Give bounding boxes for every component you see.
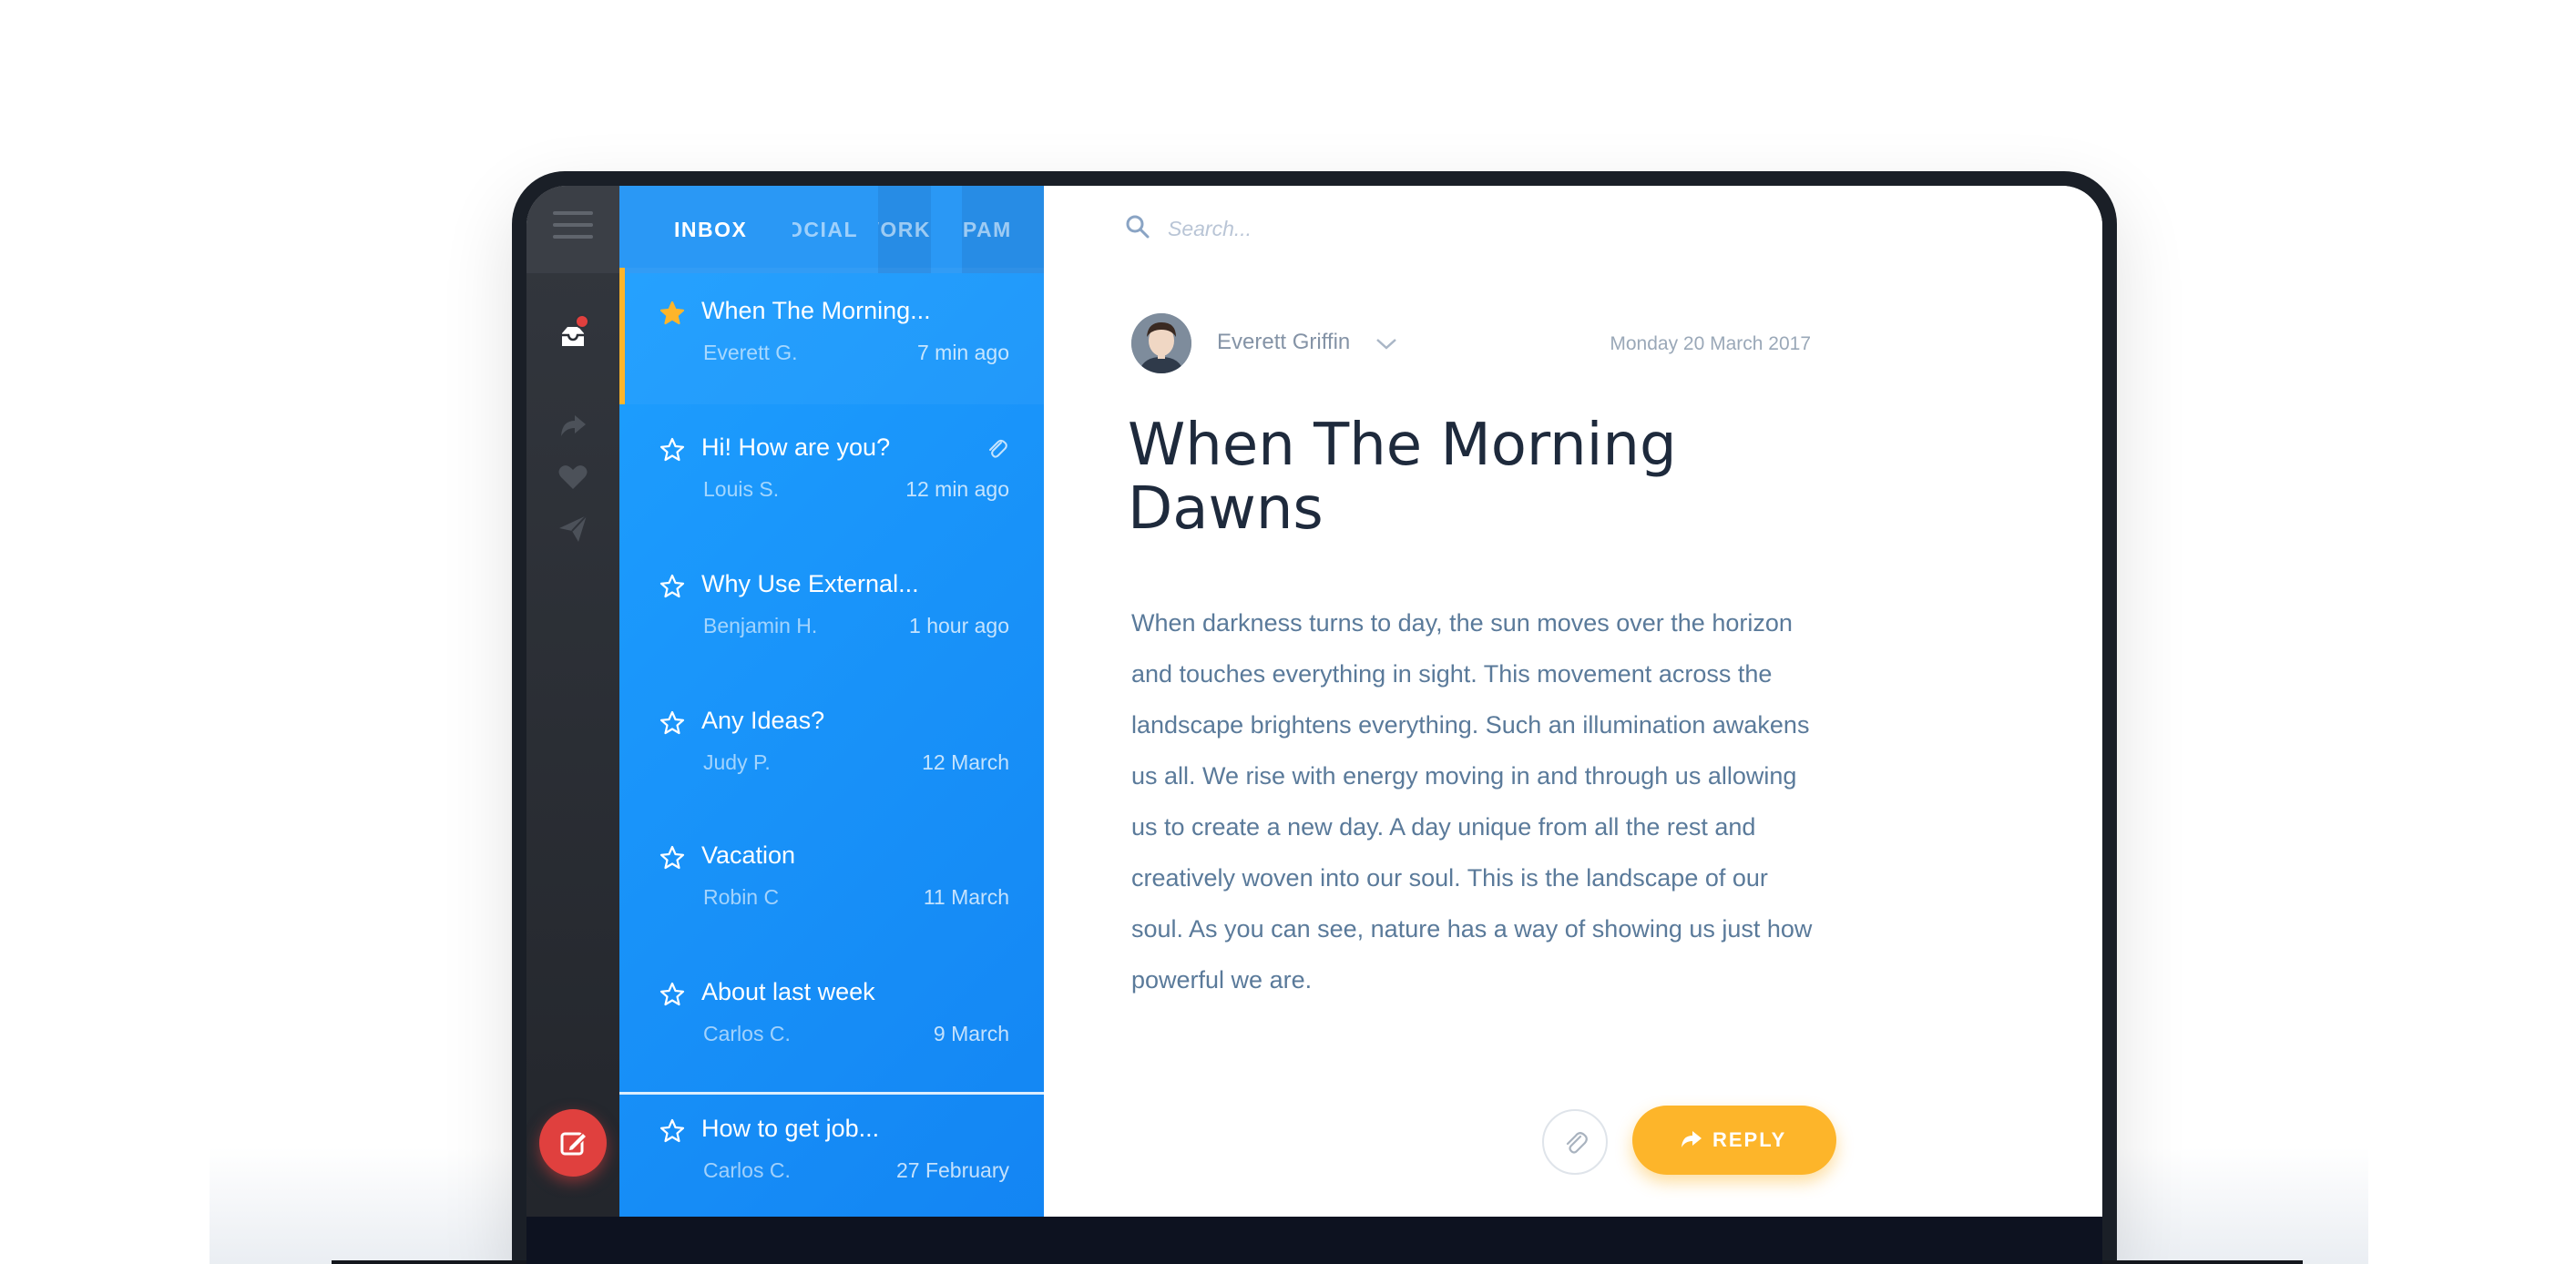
chevron-down-icon[interactable] [1374,335,1399,353]
reply-button[interactable]: REPLY [1632,1106,1836,1175]
mail-subject: Any Ideas? [701,707,825,734]
forward-icon[interactable] [555,408,591,444]
heart-icon[interactable] [555,459,591,495]
rail-header [526,186,619,273]
notification-dot [574,313,590,330]
mail-subject: Why Use External... [701,570,919,597]
mail-time: 12 March [922,750,1009,774]
message-body: When darkness turns to day, the sun move… [1131,609,1813,994]
mail-subject: Hi! How are you? [701,433,891,461]
message-date: Monday 20 March 2017 [1610,333,1811,354]
mail-sender: Carlos C. [703,1158,791,1182]
tab-work[interactable]: WORK [878,186,931,273]
reply-arrow-icon [1682,1131,1702,1147]
mail-subject: When The Morning... [701,297,931,324]
mail-time: 12 min ago [905,477,1009,501]
mail-item[interactable]: Hi! How are you? Louis S. 12 min ago [619,404,1044,541]
reply-label: REPLY [1712,1128,1787,1151]
compose-button[interactable] [539,1109,607,1177]
edit-icon [560,1131,588,1156]
sender-name[interactable]: Everett Griffin [1217,330,1350,355]
mail-sender: Everett G. [703,341,798,364]
active-indicator [619,268,625,404]
star-icon[interactable] [659,710,685,736]
nav-rail [526,186,619,1217]
mail-time: 9 March [933,1022,1009,1045]
tab-spam-label: SPAM [962,218,1012,241]
mail-subject: Vacation [701,841,796,869]
mail-item[interactable]: Any Ideas? Judy P. 12 March [619,678,1044,814]
star-icon[interactable] [659,574,685,599]
mail-subject: About last week [701,978,875,1005]
message-title-line1: When The Morning [1128,412,1677,479]
star-icon[interactable] [659,301,685,326]
paperclip-icon [1566,1132,1588,1154]
send-icon[interactable] [555,510,591,546]
mail-item[interactable]: Vacation Robin C 11 March [619,812,1044,949]
folder-tabs: INBOX SOCIAL WORK SPAM [619,186,1044,273]
star-icon[interactable] [659,437,685,463]
mail-time: 1 hour ago [909,614,1009,637]
mail-item[interactable]: How to get job... Carlos C. 27 February [619,1086,1044,1217]
hamburger-icon[interactable] [553,211,593,244]
mail-sender: Louis S. [703,477,780,501]
app-window: INBOX SOCIAL WORK SPAM When The Morning.… [526,186,2102,1217]
tab-spam[interactable]: SPAM [962,186,1044,273]
tab-inbox[interactable]: INBOX [674,186,765,273]
mail-time: 27 February [895,1158,1009,1182]
attach-button[interactable] [1542,1109,1608,1175]
star-icon[interactable] [659,845,685,871]
mail-subject: How to get job... [701,1115,880,1142]
mail-time: 7 min ago [916,341,1009,364]
mail-item[interactable]: Why Use External... Benjamin H. 1 hour ago [619,541,1044,678]
screen-bottom-bezel [526,1217,2102,1264]
mail-sender: Robin C [703,885,780,909]
message-title-line2: Dawns [1128,475,1324,543]
avatar[interactable] [1131,313,1191,373]
message-title: When The Morning Dawns [1128,413,1765,541]
star-icon[interactable] [659,982,685,1007]
mail-sender: Carlos C. [703,1022,791,1045]
mail-item[interactable]: When The Morning... Everett G. 7 min ago [619,268,1044,404]
list-separator [619,1092,1044,1095]
mail-sender: Benjamin H. [703,614,818,637]
tab-social[interactable]: SOCIAL [792,186,858,273]
paperclip-icon [989,439,1007,458]
reading-pane: Everett Griffin Monday 20 March 2017 Whe… [1044,186,2102,1217]
mail-sender: Judy P. [703,750,771,774]
mail-list: INBOX SOCIAL WORK SPAM When The Morning.… [619,186,1044,1217]
search-icon [1126,215,1150,239]
mail-item[interactable]: About last week Carlos C. 9 March [619,949,1044,1086]
mail-time: 11 March [923,885,1009,909]
search-input[interactable] [1166,208,1625,250]
star-icon[interactable] [659,1118,685,1144]
